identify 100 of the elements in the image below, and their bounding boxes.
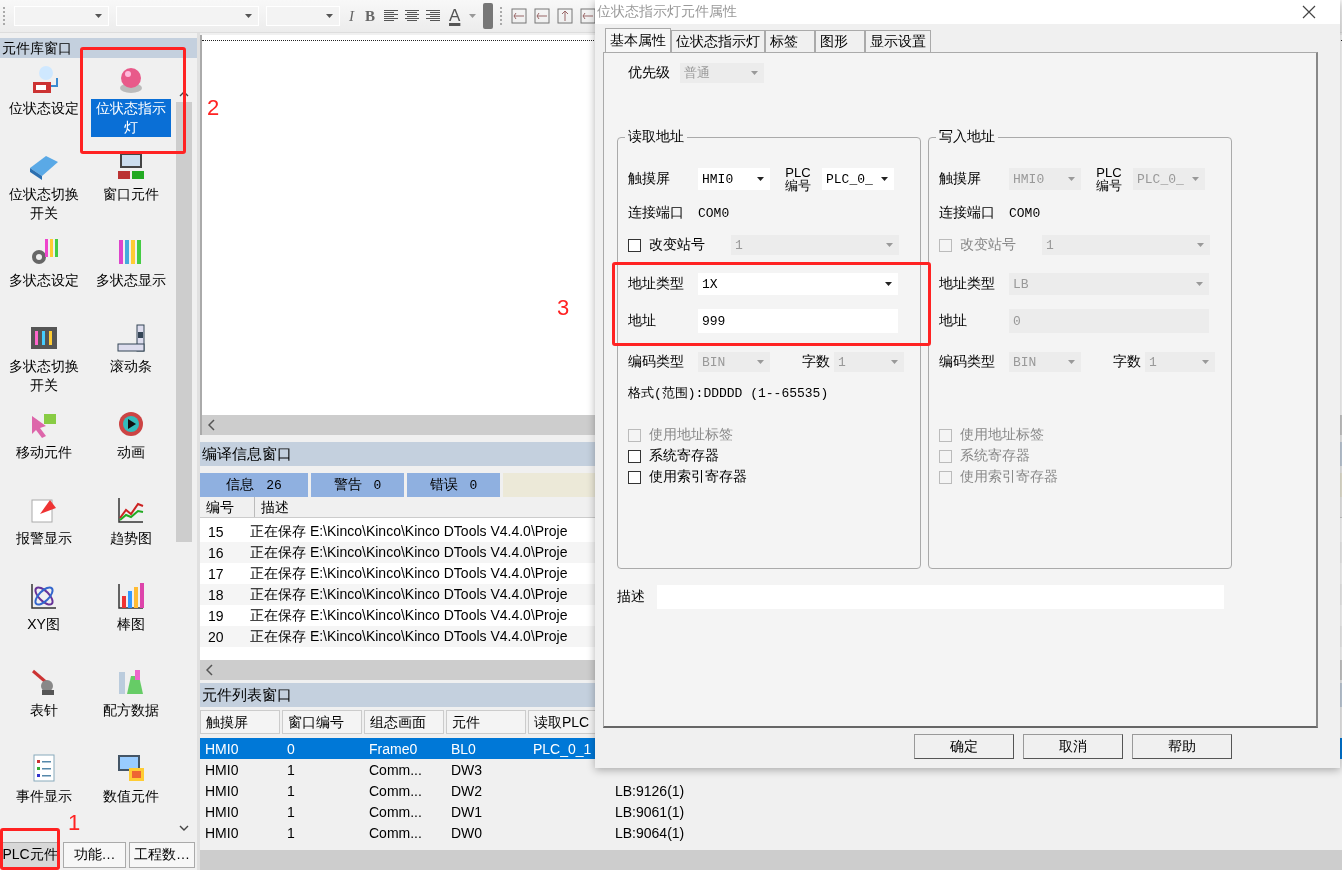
table-cell-text: 20 (207, 628, 225, 645)
library-item[interactable]: 位状态指示灯 (90, 99, 171, 137)
text-frame-icon[interactable] (557, 8, 574, 24)
caret-icon (757, 360, 764, 364)
filter-tab[interactable]: 警告 0 (311, 473, 404, 497)
format-text: 格式(范围):DDDDD (1--65535) (628, 385, 829, 402)
library-item[interactable]: 多状态设定 (3, 271, 84, 290)
text-frame-icon[interactable] (534, 8, 551, 24)
table-cell: 正在保存 E:\Kinco\Kinco\Kinco DTools V4.4.0\Proje (250, 522, 568, 541)
panel-tab[interactable]: 工程数… (129, 842, 195, 868)
dialog-tab[interactable]: 图形 (815, 30, 865, 52)
dialog-tab[interactable]: 位状态指示灯 (671, 30, 765, 52)
address-field[interactable]: 999 (698, 309, 898, 333)
library-item[interactable]: 动画 (90, 443, 171, 462)
library-item[interactable]: 表针 (3, 701, 84, 720)
table-cell-text: 17 (207, 565, 225, 582)
library-item[interactable]: 位状态切换开关 (3, 185, 84, 223)
field-label: 地址 (939, 312, 968, 330)
annotation-number: 3 (557, 297, 570, 319)
hmi-dropdown[interactable]: HMI0 (698, 168, 770, 190)
table-row[interactable]: HMI0 1 Comm... DW1 LB:9061(1) (200, 801, 1342, 822)
table-cell: DW1 (451, 803, 483, 820)
checkbox-label: 改变站号 (649, 236, 706, 254)
caret-icon (1068, 360, 1075, 364)
table-cell: 0 (287, 740, 295, 757)
close-icon[interactable] (1302, 5, 1316, 19)
caret-icon (886, 243, 893, 247)
table-row[interactable]: HMI0 1 Comm... DW0 LB:9064(1) (200, 822, 1342, 843)
dialog-button[interactable]: 确定 (914, 734, 1014, 759)
library-item[interactable]: 趋势图 (90, 529, 171, 548)
column-header[interactable]: 元件 (446, 710, 526, 734)
library-item[interactable]: 棒图 (90, 615, 171, 634)
column-header[interactable]: 组态画面 (364, 710, 444, 734)
dialog-button[interactable]: 帮助 (1132, 734, 1232, 759)
table-cell: 正在保存 E:\Kinco\Kinco\Kinco DTools V4.4.0\Proje (250, 564, 568, 583)
library-item[interactable]: 数值元件 (90, 787, 171, 806)
dialog-tab[interactable]: 标签 (765, 30, 815, 52)
column-header[interactable]: 编号 (200, 497, 255, 517)
bold-button[interactable]: B (363, 7, 377, 25)
table-cell: HMI0 (205, 824, 239, 841)
field-label: 地址 (628, 312, 657, 330)
caret-icon (1202, 360, 1209, 364)
library-item[interactable]: 位状态设定 (3, 99, 84, 118)
table-cell: PLC_0_1 (533, 740, 592, 757)
library-item[interactable]: 窗口元件 (90, 185, 171, 204)
scrollbar[interactable] (200, 850, 1342, 870)
dialog-button[interactable]: 取消 (1023, 734, 1123, 759)
caret-icon[interactable] (469, 14, 477, 18)
dialog-tab[interactable]: 显示设置 (865, 30, 931, 52)
column-header[interactable]: 触摸屏 (200, 710, 280, 734)
library-item[interactable]: 报警显示 (3, 529, 84, 548)
align-center-icon[interactable] (405, 10, 419, 22)
checkbox[interactable] (628, 470, 641, 484)
field-label: PLC 编号 (784, 166, 812, 192)
library-item[interactable]: 配方数据 (90, 701, 171, 720)
checkbox-label: 使用索引寄存器 (960, 468, 1058, 486)
library-item[interactable]: 多状态显示 (90, 271, 171, 290)
field-label: 编码类型 (939, 353, 996, 371)
table-cell: HMI0 (205, 740, 239, 757)
library-item[interactable]: 事件显示 (3, 787, 84, 806)
caret-icon (1196, 282, 1203, 286)
column-header[interactable]: 窗口编号 (282, 710, 362, 734)
library-item[interactable]: 滚动条 (90, 357, 171, 376)
table-row[interactable]: HMI0 1 Comm... DW2 LB:9126(1) (200, 780, 1342, 801)
filter-tab[interactable]: 信息 26 (200, 473, 308, 497)
checkbox[interactable] (628, 449, 641, 463)
checkbox[interactable] (628, 238, 641, 252)
panel-tab[interactable]: 功能… (63, 842, 126, 868)
library-item[interactable]: 移动元件 (3, 443, 84, 462)
font-color-button[interactable]: A (447, 6, 463, 26)
panel-title: 元件库窗口 (0, 38, 197, 58)
align-right-icon[interactable] (426, 10, 440, 22)
caret-icon (881, 177, 888, 181)
table-cell-text: 15 (207, 523, 225, 540)
toolbar-overflow-button[interactable] (483, 3, 494, 29)
field-label: PLC 编号 (1095, 166, 1123, 192)
italic-button[interactable]: I (347, 7, 356, 25)
table-cell: 1 (287, 761, 295, 778)
table-cell: DW2 (451, 782, 483, 799)
library-item[interactable]: 多状态切换开关 (3, 357, 84, 395)
address-type-dropdown[interactable]: 1X (698, 273, 898, 295)
caret-icon (757, 177, 764, 181)
scroll-down-icon (179, 825, 189, 832)
table-cell: 1 (287, 824, 295, 841)
plc-dropdown[interactable]: PLC_0_ (822, 168, 894, 190)
text-frame-icon[interactable] (580, 8, 597, 24)
checkbox-label: 系统寄存器 (649, 447, 719, 465)
field-label: 字数 (1113, 353, 1141, 371)
table-cell: 1 (287, 782, 295, 799)
table-cell: 正在保存 E:\Kinco\Kinco\Kinco DTools V4.4.0\Proje (250, 585, 568, 604)
field-label: 描述 (617, 588, 645, 606)
text-frame-icon[interactable] (511, 8, 528, 24)
align-left-icon[interactable] (384, 10, 398, 22)
filter-tab[interactable]: 错误 0 (407, 473, 500, 497)
dialog-tab[interactable]: 基本属性 (605, 28, 671, 52)
checkbox-label: 使用地址标签 (960, 426, 1044, 444)
panel-tab[interactable]: PLC元件 (0, 842, 60, 868)
table-cell: Frame0 (369, 740, 418, 757)
library-item[interactable]: XY图 (3, 615, 84, 634)
caret-icon (245, 14, 252, 18)
